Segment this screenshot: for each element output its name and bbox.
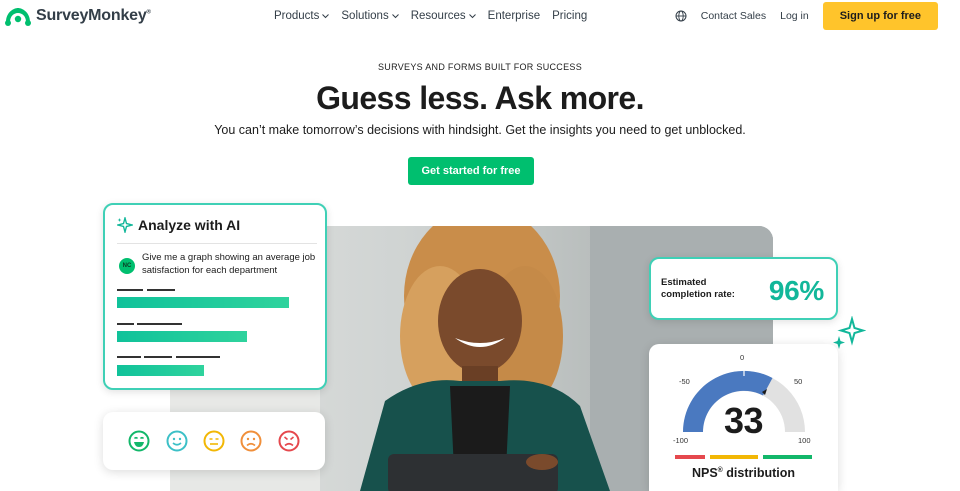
bar-label-placeholder [117,289,143,291]
chevron-down-icon [322,13,330,18]
angry-face-icon[interactable] [278,430,300,452]
menu-products-label: Products [274,10,320,22]
top-nav: SurveyMonkey® Products Solutions Resourc… [0,0,960,34]
ai-card-title: Analyze with AI [138,217,241,233]
nav-actions: Contact Sales Log in Sign up for free [675,2,938,30]
sad-face-icon[interactable] [240,430,262,452]
completion-rate-label: Estimated completion rate: [661,277,735,301]
nps-tick-low: -50 [679,377,690,386]
completion-rate-card: Estimated completion rate: 96% [649,257,838,320]
sparkle-icon [117,217,133,233]
menu-enterprise[interactable]: Enterprise [488,10,540,22]
chart-bar [117,365,204,376]
analyze-ai-card: Analyze with AI NC Give me a graph showi… [103,203,327,390]
bar-label-placeholder [176,356,220,358]
nps-color-band [675,455,812,459]
completion-rate-value: 96% [768,275,824,306]
nps-score: 33 [723,400,764,441]
signup-button[interactable]: Sign up for free [822,2,938,30]
completion-rate-label-line2: completion rate: [661,289,735,300]
chevron-down-icon [391,13,399,18]
bar-label-placeholder [137,323,182,325]
menu-resources[interactable]: Resources [411,10,476,22]
hero-subline: You can’t make tomorrow’s decisions with… [214,123,746,137]
get-started-button[interactable]: Get started for free [408,157,534,185]
main-menu: Products Solutions Resources Enterprise … [274,10,587,22]
login-link[interactable]: Log in [780,10,809,22]
chart-bar [117,331,247,342]
hero-headline: Guess less. Ask more. [316,80,644,116]
divider [117,243,317,244]
brand-name: SurveyMonkey® [36,7,151,24]
chart-bar [117,297,289,308]
hero-eyebrow: SURVEYS AND FORMS BUILT FOR SUCCESS [377,62,583,72]
surveymonkey-logo-icon [5,8,31,26]
menu-products[interactable]: Products [274,10,330,22]
ai-card-header: Analyze with AI [117,217,240,233]
bar-label-placeholder [144,356,172,358]
neutral-face-icon[interactable] [203,430,225,452]
very-happy-face-icon[interactable] [128,430,150,452]
ai-prompt-text: Give me a graph showing an average job s… [142,252,316,276]
menu-solutions[interactable]: Solutions [341,10,399,22]
nps-tick-mid: 0 [740,353,745,362]
contact-sales-link[interactable]: Contact Sales [701,10,766,22]
happy-face-icon[interactable] [166,430,188,452]
nps-tick-high: 50 [794,377,803,386]
globe-icon[interactable] [675,10,687,22]
completion-rate-label-line1: Estimated [661,277,707,288]
bar-label-placeholder [117,323,134,325]
menu-enterprise-label: Enterprise [487,10,541,22]
menu-resources-label: Resources [410,10,466,22]
chevron-down-icon [468,13,476,18]
menu-pricing[interactable]: Pricing [552,10,587,22]
logo[interactable]: SurveyMonkey® [4,6,151,26]
menu-pricing-label: Pricing [552,10,588,22]
menu-solutions-label: Solutions [341,10,389,22]
bar-label-placeholder [147,289,175,291]
bar-label-placeholder [117,356,141,358]
rating-faces-card [103,412,325,470]
nps-title: NPS® distribution [691,466,796,480]
nps-distribution-card: 0 -50 50 -100 100 33 NPS® distribution [649,344,838,491]
avatar: NC [119,258,135,274]
